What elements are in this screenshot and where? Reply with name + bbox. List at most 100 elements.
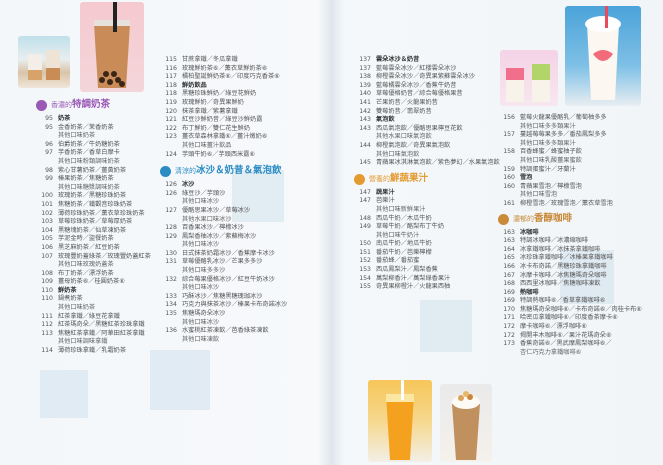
watermark — [420, 300, 472, 352]
section-tea-header: 香濃的 特調奶茶 — [36, 99, 166, 112]
item-label: 焦糖奶茶／鐵觀音珍珠奶茶 — [58, 200, 133, 208]
page-number: 129 — [165, 232, 177, 240]
item-label: 奇異果柳橙汁／火龍果西柚 — [376, 283, 451, 291]
page-number: 169 — [503, 288, 515, 296]
page-number: 111 — [41, 312, 53, 320]
menu-item: 138 柳橙雲朵冰沙／奇異果紫蘇雲朵冰沙 — [354, 73, 504, 82]
item-label: 揭開丰木咖啡⑥／果汁花瑪奇朵⑥ — [520, 331, 612, 339]
menu-item: 140 草莓優格奶昔／綜合莓優格果昔 — [354, 90, 504, 99]
menu-item: 95 金香奶茶／茉香奶茶 — [36, 124, 166, 133]
column-3: 137 雲朵冰沙＆奶昔 137 藍莓雲朵冰沙／紅櫻雲朵冰沙 138 柳橙雲朵冰沙／奇異果紫… — [354, 56, 504, 292]
menu-item: 114 薄荷珍珠拿鐵／乳霜奶茶 — [36, 347, 166, 356]
section-prefix: 濃郁的 — [513, 214, 534, 223]
item-label: 玫瑰鮮奶茶⑥／薰衣草鮮奶茶⑥ — [182, 64, 268, 72]
page-number: 139 — [359, 81, 371, 89]
page-number: 147 — [359, 197, 371, 205]
page-number: 157 — [503, 131, 515, 139]
sub-item: 其他口味調味拿鐵 — [36, 338, 166, 347]
page-number: 170 — [503, 305, 515, 313]
item-label: 焦糖瑪奇朵冰沙 — [182, 310, 226, 318]
page-number: 110 — [41, 295, 53, 303]
page-number: 137 — [359, 56, 371, 63]
section-prefix: 營養的 — [369, 174, 390, 183]
sub-item: 其他口味乳酸薑果蜜飲 — [498, 157, 660, 166]
menu-item: 136 水蜜桃紅茶凍飲／芭香綠茶凍飲 — [160, 327, 330, 336]
sub-item-label: 其他口味新鮮果汁 — [376, 205, 426, 213]
menu-item: 149 草莓牛奶／酪梨布丁牛奶 — [354, 223, 504, 232]
sub-item-label: 其他口味粉類調味奶茶 — [58, 157, 120, 165]
menu-item: 120 抹茶拿鐵／紫薯拿鐵 — [160, 108, 330, 117]
item-label: 草莓優酪乳冰沙／芒果多多沙 — [182, 258, 263, 266]
item-label: 抹茶拿鐵／紫薯拿鐵 — [182, 107, 238, 115]
menu-item: 161 柳橙雪泡／玫瑰雪泡／薰衣草雪泡 — [498, 200, 660, 209]
item-label: 榛果奶茶／焦糖奶茶 — [58, 175, 114, 183]
section-title: 鮮蔬果汁 — [390, 172, 429, 184]
page-number: 150 — [359, 240, 371, 248]
menu-item: 166 冰卡布奇諾／黑糖珍珠拿鐵咖啡 — [498, 263, 660, 272]
page-number: 112 — [41, 321, 53, 329]
item-label: 玫瑰鮮奶／奇異果鮮奶 — [182, 98, 244, 106]
page-number: 124 — [165, 150, 177, 158]
sub-item-label: 其他水果口味冰沙 — [182, 215, 232, 223]
menu-item: 101 焦糖奶茶／鐵觀音珍珠奶茶 — [36, 201, 166, 210]
category-heading: 163 冰咖啡 — [498, 229, 660, 238]
menu-item: 127 優酪思果冰沙／草莓冰沙 — [160, 207, 330, 216]
item-label: 鍋煮奶茶 — [58, 295, 83, 303]
page-number: 105 — [41, 235, 53, 243]
item-label: 特調熱咖啡⑥／香草拿鐵咖啡⑥ — [520, 297, 606, 305]
page-number: 165 — [503, 254, 515, 262]
page-number: 99 — [45, 175, 53, 183]
item-label: 冰沙 — [182, 181, 195, 189]
page-number: 131 — [165, 258, 177, 266]
sub-item-label: 其他口味調味拿鐵 — [58, 338, 108, 346]
page-number: 163 — [503, 228, 515, 236]
item-label: 西瓜牛奶／木瓜牛奶 — [376, 214, 432, 222]
item-label: 紅豆沙鮮奶昔／綠豆沙鮮奶露 — [182, 116, 263, 124]
item-label: 紅茶瑪奇朵／黑糖紅茶珍珠拿鐵 — [58, 321, 145, 329]
page-number: 117 — [165, 73, 177, 81]
sub-item: 其他口味新鮮果汁 — [354, 206, 504, 215]
sub-item: 其他水果口味氣泡飲 — [354, 133, 504, 142]
page-number: 122 — [165, 124, 177, 132]
item-label: 百香蜂蜜／蜂蜜柚子飲 — [520, 148, 582, 156]
sub-item-label: 其他口味玫瑰奶蓋茶 — [58, 261, 114, 269]
menu-item: 171 哈密瓜拿鐵咖啡⑥／印度香茶摩卡⑥ — [498, 314, 660, 323]
sub-item-label: 其他口味冰沙 — [182, 198, 220, 206]
category-heading: 137 雲朵冰沙＆奶昔 — [354, 56, 504, 65]
menu-item: 163 特調冰咖啡／冰濃縮咖啡 — [498, 237, 660, 246]
sub-item: 其他口味氣泡飲 — [354, 151, 504, 160]
menu-item: 144 柳橙氣泡飲／奇異果氣泡飲 — [354, 142, 504, 151]
item-label: 草莓珍珠奶茶／草莓厚奶茶 — [58, 218, 133, 226]
menu-item: 109 薑母奶茶⑥／桂圓奶茶⑥ — [36, 278, 166, 287]
sub-item-label: 其他口味冰沙 — [182, 241, 220, 249]
item-label: 奶茶 — [58, 115, 71, 122]
page-number: 143 — [359, 116, 371, 124]
menu-item: 128 百香果冰沙／檸檬冰沙 — [160, 224, 330, 233]
sub-item-label: 杏仁巧克力拿鐵咖啡⑥ — [520, 348, 582, 356]
page-number: 167 — [503, 271, 515, 279]
item-label: 雙莓奶昔／翡翠奶昔 — [376, 107, 432, 115]
item-label: 芒果奶昔／火龍果奶昔 — [376, 98, 438, 106]
mango-drink-photo — [368, 380, 432, 462]
menu-item: 141 芒果奶昔／火龍果奶昔 — [354, 99, 504, 108]
page-number: 120 — [165, 107, 177, 115]
page-number: 172 — [503, 323, 515, 331]
menu-item: 152 番茄蜂／番茄蜜 — [354, 257, 504, 266]
sub-item-label: 其他口味多多沙 — [182, 267, 226, 275]
page-number: 145 — [359, 159, 371, 167]
menu-item: 147 芭樂汁 — [354, 197, 504, 206]
page-number: 148 — [359, 214, 371, 222]
page-number: 155 — [359, 283, 371, 291]
menu-item: 134 巧克力與抹茶冰沙／榛果卡布奇諾冰沙 — [160, 301, 330, 310]
item-label: 甘蔗拿鐵／冬瓜拿鐵 — [182, 56, 238, 63]
item-label: 黑芝麻奶茶／紅豆奶茶 — [58, 243, 120, 251]
sub-item: 其他口味牛奶汁 — [354, 232, 504, 241]
menu-spread: 香濃的 特調奶茶 95 奶茶 95 金香奶茶／茉香奶茶 其他口味奶茶 96 伯爵奶茶／牛奶糖… — [0, 0, 663, 465]
coffee-cup-icon — [498, 213, 509, 225]
page-number: 172 — [503, 331, 515, 339]
column-4: 156 藍莓火龍果優酪乳／葡萄柚多多 其他口味多多類果汁 157 蔓越莓莓果多多／番茄鳳… — [498, 114, 660, 357]
category-heading: 110 鮮奶茶 — [36, 287, 166, 296]
item-label: 香蕉奇諾⑥／黑武摩鳳梨咖啡⑥／ — [520, 340, 612, 348]
menu-item: 137 藍莓雲朵冰沙／紅櫻雲朵冰沙 — [354, 65, 504, 74]
milk-tea-photo-small — [18, 36, 70, 88]
